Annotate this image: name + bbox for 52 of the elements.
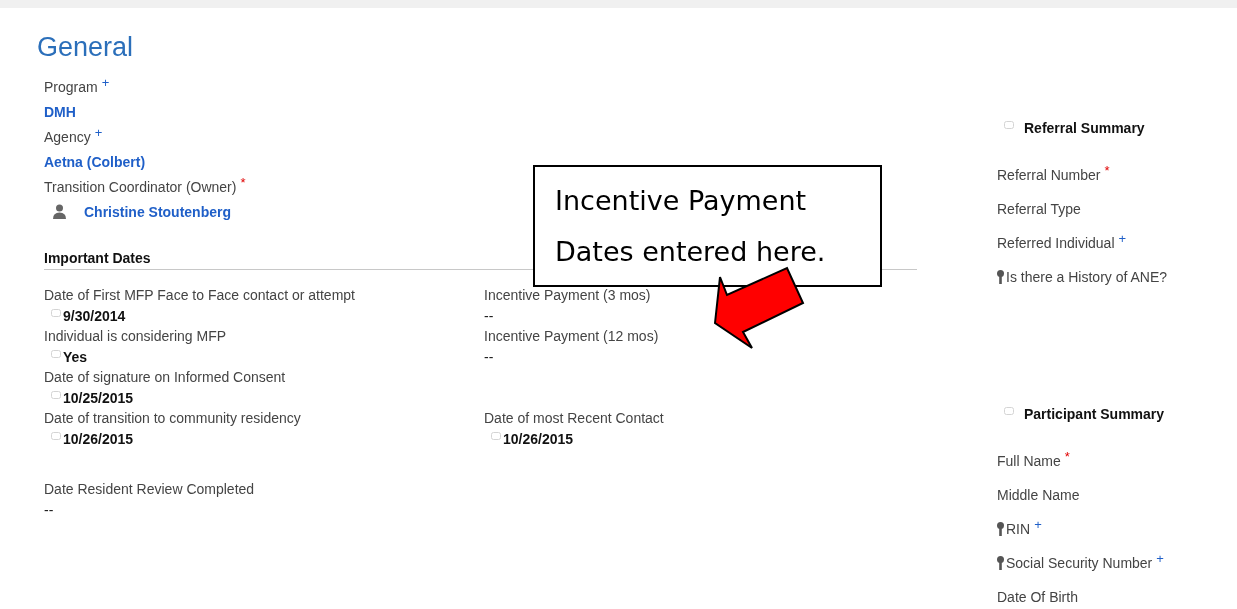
field-label: Incentive Payment (12 mos): [484, 328, 660, 344]
field-label: Date of transition to community residency: [44, 410, 302, 426]
field-label: Referral Type: [997, 201, 1081, 217]
section-icon: [1004, 121, 1014, 129]
person-icon: [53, 204, 66, 219]
field-label: Incentive Payment (3 mos): [484, 287, 652, 303]
field-label: Individual is considering MFP: [44, 328, 228, 344]
section-icon: [1004, 407, 1014, 415]
field-label: Date Of Birth: [997, 589, 1078, 605]
section-title: Participant Summary: [1024, 406, 1165, 422]
requirement-mark: +: [1156, 552, 1164, 566]
field-label: Social Security Number: [1006, 555, 1153, 571]
field-value: 10/26/2015: [63, 430, 134, 447]
field-icon: [51, 349, 61, 358]
field-label: Program: [44, 78, 98, 95]
requirement-mark: *: [240, 176, 246, 190]
field-value: 10/26/2015: [503, 430, 574, 447]
field-value: --: [484, 307, 494, 324]
field-label: Agency: [44, 128, 91, 145]
field-value: --: [44, 501, 54, 518]
requirement-mark: +: [1118, 232, 1127, 246]
field-label: Full Name: [997, 453, 1061, 469]
field-label: Middle Name: [997, 487, 1080, 503]
callout-box: Incentive Payment Dates entered here.: [533, 165, 882, 287]
field-label: RIN: [1006, 521, 1031, 537]
field-label: Referral Number: [997, 167, 1101, 183]
lookup-link[interactable]: DMH: [44, 103, 76, 120]
field-value: Yes: [63, 348, 88, 365]
field-value: --: [484, 348, 494, 365]
lookup-link[interactable]: Christine Stoutenberg: [84, 203, 231, 220]
requirement-mark: +: [1034, 518, 1042, 532]
arrow-icon: [713, 266, 805, 350]
requirement-mark: *: [1064, 450, 1070, 464]
section-title: Referral Summary: [1024, 120, 1145, 136]
lookup-link[interactable]: Aetna (Colbert): [44, 153, 146, 170]
requirement-mark: +: [101, 76, 110, 90]
field-label: Referred Individual: [997, 235, 1115, 251]
field-label: Date of First MFP Face to Face contact or attempt: [44, 287, 356, 303]
field-value: 9/30/2014: [63, 307, 126, 324]
field-icon: [51, 390, 61, 399]
field-icon: [51, 308, 61, 317]
requirement-mark: *: [1104, 164, 1110, 178]
field-label: Transition Coordinator (Owner): [44, 178, 237, 195]
field-label: Date of signature on Informed Consent: [44, 369, 287, 385]
field-label: Date of most Recent Contact: [484, 410, 665, 426]
field-icon: [491, 431, 501, 440]
field-icon: [51, 431, 61, 440]
field-value: 10/25/2015: [63, 389, 134, 406]
requirement-mark: +: [94, 126, 103, 140]
section-title: General: [37, 31, 135, 64]
field-label: Date Resident Review Completed: [44, 481, 256, 497]
field-label: Is there a History of ANE?: [1006, 269, 1168, 285]
